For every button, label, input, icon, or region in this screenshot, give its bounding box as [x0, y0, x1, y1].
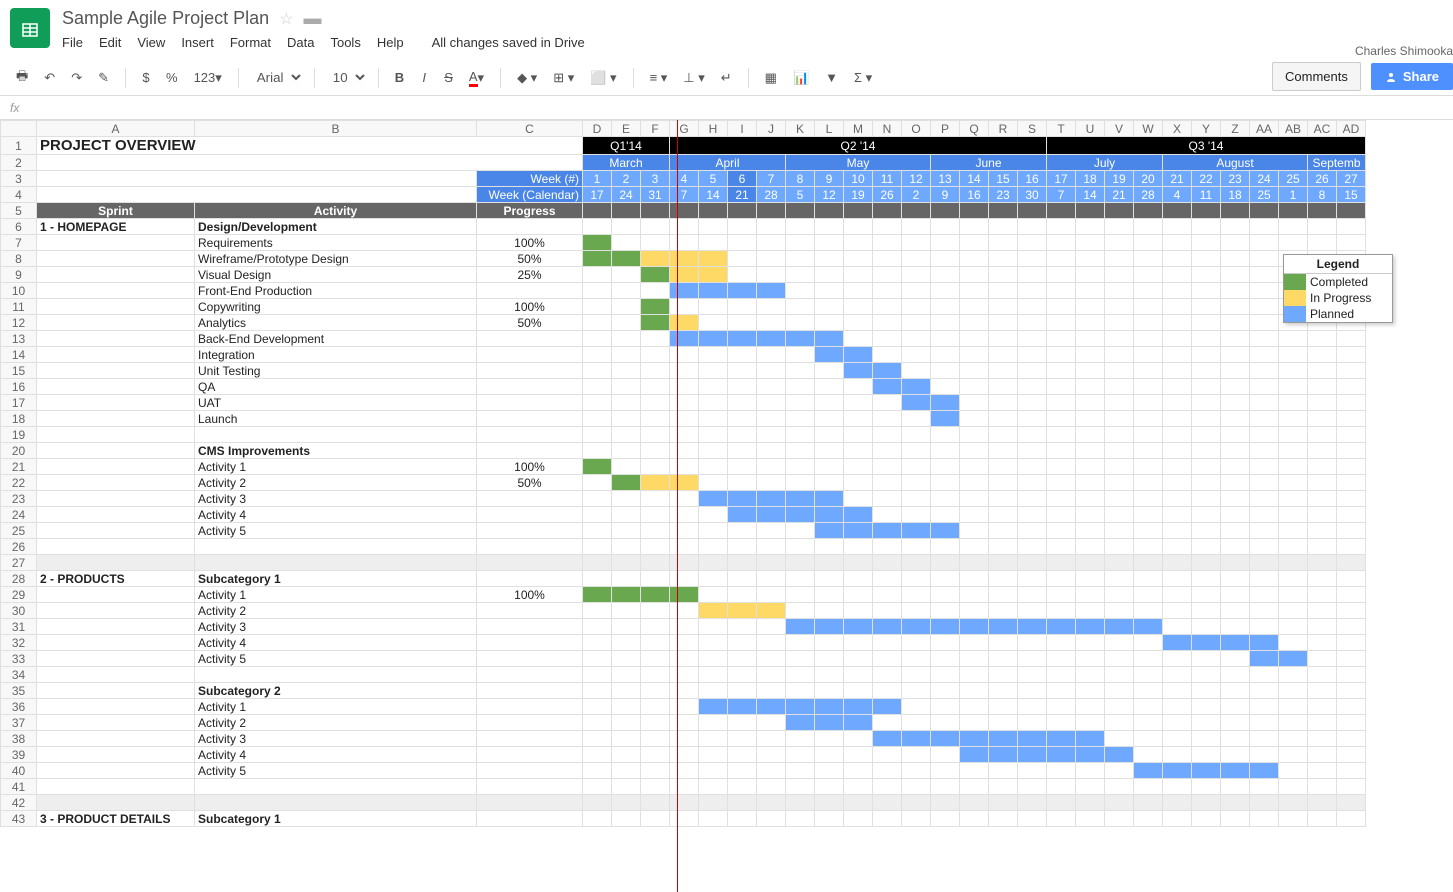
comments-button[interactable]: Comments [1272, 62, 1361, 91]
strike-button[interactable]: S [438, 66, 459, 89]
grid-area[interactable]: ABCDEFGHIJKLMNOPQRSTUVWXYZAAABACAD1PROJE… [0, 120, 1453, 892]
menu-data[interactable]: Data [287, 35, 314, 50]
legend: Legend Completed In Progress Planned [1283, 254, 1393, 323]
percent-button[interactable]: % [160, 66, 184, 89]
font-select[interactable]: Arial [249, 67, 304, 88]
filter-button[interactable]: ▼ [819, 66, 844, 89]
menu-file[interactable]: File [62, 35, 83, 50]
font-size-select[interactable]: 10 [325, 67, 368, 88]
menu-insert[interactable]: Insert [181, 35, 214, 50]
save-status: All changes saved in Drive [432, 35, 585, 50]
bold-button[interactable]: B [389, 66, 410, 89]
functions-button[interactable]: Σ ▾ [848, 66, 878, 90]
menu-tools[interactable]: Tools [330, 35, 360, 50]
chart-button[interactable]: 📊 [787, 66, 815, 90]
print-icon[interactable]: 🖶 [10, 63, 34, 93]
fill-color-button[interactable]: ◆ ▾ [511, 66, 543, 90]
share-button[interactable]: Share [1371, 63, 1453, 90]
paint-format-icon[interactable]: ✎ [92, 66, 115, 90]
text-color-button[interactable]: A ▾ [463, 65, 490, 91]
user-name[interactable]: Charles Shimooka [1272, 44, 1453, 58]
currency-button[interactable]: $ [136, 66, 156, 89]
sheets-logo[interactable] [10, 8, 50, 48]
menu-format[interactable]: Format [230, 35, 271, 50]
redo-icon[interactable]: ↷ [65, 66, 88, 90]
align-h-button[interactable]: ≡ ▾ [644, 66, 674, 90]
merge-button[interactable]: ⬜ ▾ [584, 66, 622, 90]
menu-edit[interactable]: Edit [99, 35, 121, 50]
number-format-button[interactable]: 123 ▾ [188, 66, 228, 90]
menu-help[interactable]: Help [377, 35, 404, 50]
star-icon[interactable]: ☆ [279, 9, 293, 29]
toolbar: 🖶 ↶ ↷ ✎ $ % 123 ▾ Arial 10 B I S A ▾ ◆ ▾… [0, 60, 1453, 96]
formula-bar[interactable]: fx [0, 96, 1453, 120]
italic-button[interactable]: I [414, 66, 434, 89]
align-v-button[interactable]: ⊥ ▾ [677, 66, 710, 90]
wrap-button[interactable]: ↵ [715, 66, 738, 90]
menu-view[interactable]: View [137, 35, 165, 50]
folder-icon[interactable]: ▬ [303, 8, 321, 29]
doc-title[interactable]: Sample Agile Project Plan [62, 8, 269, 29]
undo-icon[interactable]: ↶ [38, 66, 61, 90]
link-button[interactable]: ▦ [759, 66, 783, 90]
share-icon [1385, 71, 1397, 83]
menu-bar: File Edit View Insert Format Data Tools Help All… [62, 35, 1443, 50]
borders-button[interactable]: ⊞ ▾ [547, 66, 580, 90]
